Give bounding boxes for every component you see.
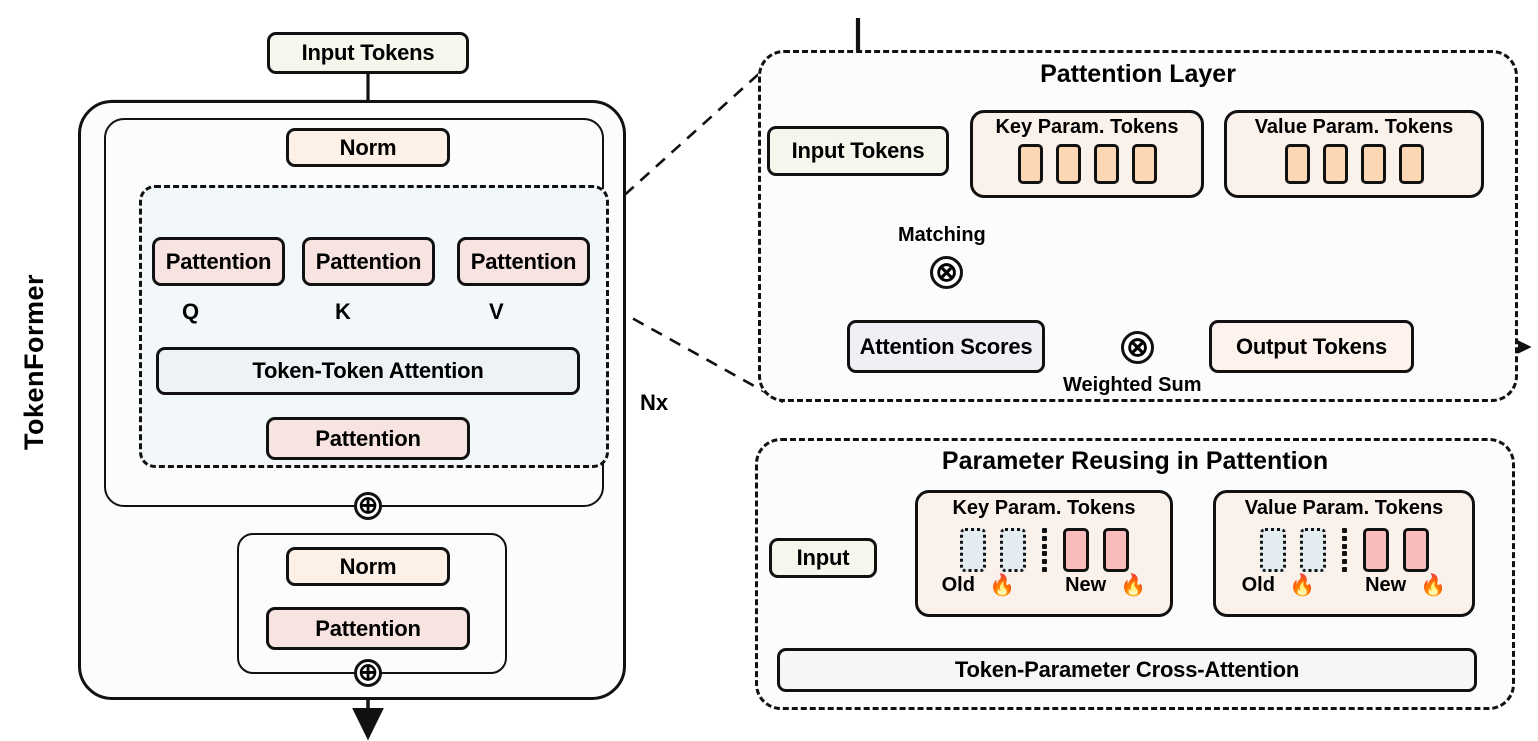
pl-value-param-group: Value Param. Tokens — [1224, 110, 1484, 198]
param-chip[interactable] — [1017, 144, 1043, 184]
param-chip[interactable] — [1398, 144, 1424, 184]
weighted-sum-label: Weighted Sum — [1063, 374, 1202, 396]
flame-icon: 🔥 — [1120, 574, 1147, 597]
ellipsis-dots — [1341, 528, 1347, 572]
pr-key-old-label: Old — [941, 574, 975, 596]
pr-value-new-label: New — [1365, 574, 1407, 596]
pr-key-param-group: Key Param. Tokens Old 🔥 New 🔥 — [915, 490, 1173, 617]
pattention-q-box[interactable]: Pattention — [152, 237, 285, 286]
left-norm-top-box[interactable]: Norm — [286, 128, 450, 167]
flame-icon: 🔥 — [1420, 574, 1447, 597]
new-param-chip[interactable] — [1402, 528, 1429, 572]
param-chip[interactable] — [1360, 144, 1386, 184]
pr-key-param-title: Key Param. Tokens — [952, 497, 1136, 519]
old-param-chip[interactable] — [1299, 528, 1326, 572]
pattention-proj-box[interactable]: Pattention — [266, 417, 470, 460]
param-chip[interactable] — [1284, 144, 1310, 184]
q-label: Q — [182, 299, 200, 324]
pattention-v-box[interactable]: Pattention — [457, 237, 590, 286]
pr-value-param-group: Value Param. Tokens Old 🔥 New 🔥 — [1213, 490, 1475, 617]
weighted-sum-multiply-icon: ⊗ — [1121, 331, 1154, 364]
new-param-chip[interactable] — [1062, 528, 1089, 572]
pr-key-new-label: New — [1065, 574, 1107, 596]
attention-scores-box[interactable]: Attention Scores — [847, 320, 1045, 373]
pr-value-param-title: Value Param. Tokens — [1244, 497, 1444, 519]
k-label: K — [335, 299, 351, 324]
param-chip[interactable] — [1322, 144, 1348, 184]
pattention-layer-title: Pattention Layer — [1040, 60, 1236, 88]
residual-add-1-icon: ⊕ — [354, 492, 382, 520]
pl-key-chip-row — [973, 144, 1201, 184]
pr-value-old-label: Old — [1241, 574, 1275, 596]
old-param-chip[interactable] — [999, 528, 1026, 572]
token-parameter-cross-attention-box[interactable]: Token-Parameter Cross-Attention — [777, 648, 1477, 692]
param-chip[interactable] — [1131, 144, 1157, 184]
figure-canvas: TokenFormer Input Tokens Norm Pattention… — [0, 0, 1538, 741]
repeat-count-label: Nx — [640, 390, 669, 415]
residual-add-2-icon: ⊕ — [354, 659, 382, 687]
new-param-chip[interactable] — [1102, 528, 1129, 572]
token-token-attention-box[interactable]: Token-Token Attention — [156, 347, 580, 395]
tokenformer-title: TokenFormer — [18, 273, 49, 451]
left-norm-bottom-box[interactable]: Norm — [286, 547, 450, 586]
left-input-tokens-box[interactable]: Input Tokens — [267, 32, 469, 74]
flame-icon: 🔥 — [1288, 574, 1316, 597]
matching-label: Matching — [898, 224, 986, 246]
pr-input-box[interactable]: Input — [769, 538, 877, 578]
pl-input-tokens-box[interactable]: Input Tokens — [767, 126, 949, 176]
pr-value-chip-row — [1216, 527, 1472, 573]
ellipsis-dots — [1041, 528, 1047, 572]
v-label: V — [489, 299, 504, 324]
old-param-chip[interactable] — [1259, 528, 1286, 572]
pr-key-chip-row — [918, 527, 1170, 573]
param-chip[interactable] — [1055, 144, 1081, 184]
new-param-chip[interactable] — [1362, 528, 1389, 572]
old-param-chip[interactable] — [959, 528, 986, 572]
pl-value-param-title: Value Param. Tokens — [1254, 116, 1454, 138]
param-chip[interactable] — [1093, 144, 1119, 184]
parameter-reusing-title: Parameter Reusing in Pattention — [941, 447, 1329, 475]
pl-value-chip-row — [1227, 144, 1481, 184]
pl-key-param-group: Key Param. Tokens — [970, 110, 1204, 198]
pl-key-param-title: Key Param. Tokens — [995, 116, 1179, 138]
pattention-k-box[interactable]: Pattention — [302, 237, 435, 286]
output-tokens-box[interactable]: Output Tokens — [1209, 320, 1414, 373]
flame-icon: 🔥 — [988, 574, 1016, 597]
pattention-ffn-box[interactable]: Pattention — [266, 607, 470, 650]
matching-multiply-icon: ⊗ — [930, 256, 963, 289]
